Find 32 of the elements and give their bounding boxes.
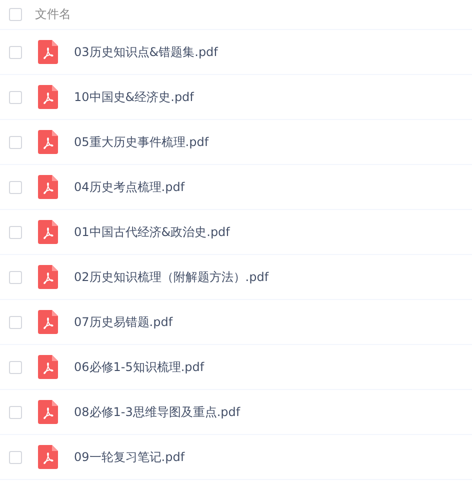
row-checkbox[interactable] [9, 360, 22, 374]
row-checkbox[interactable] [9, 226, 22, 238]
pdf-file-icon [38, 355, 58, 379]
row-checkbox[interactable] [9, 406, 22, 418]
row-checkbox[interactable] [9, 90, 22, 104]
pdf-file-icon [38, 265, 58, 289]
pdf-file-icon [38, 175, 58, 199]
pdf-file-icon [38, 445, 58, 469]
row-checkbox[interactable] [9, 316, 22, 328]
pdf-file-icon [38, 400, 58, 424]
file-name[interactable]: 01中国古代经济&政治史.pdf [74, 224, 230, 240]
file-name[interactable]: 08必修1-3思维导图及重点.pdf [74, 404, 240, 420]
row-checkbox[interactable] [9, 180, 22, 194]
row-checkbox[interactable] [9, 46, 22, 58]
file-name[interactable]: 10中国史&经济史.pdf [74, 88, 194, 106]
file-name[interactable]: 07历史易错题.pdf [74, 314, 173, 330]
file-name[interactable]: 02历史知识梳理（附解题方法）.pdf [74, 268, 269, 286]
pdf-file-icon [38, 85, 58, 109]
file-name[interactable]: 05重大历史事件梳理.pdf [74, 134, 209, 150]
file-name[interactable]: 04历史考点梳理.pdf [74, 178, 185, 196]
row-checkbox[interactable] [9, 136, 22, 148]
file-name[interactable]: 09一轮复习笔记.pdf [74, 448, 185, 466]
file-name[interactable]: 03历史知识点&错题集.pdf [74, 44, 218, 60]
pdf-file-icon [38, 310, 58, 334]
column-header: 文件名 [35, 6, 71, 23]
select-all-checkbox[interactable] [9, 8, 22, 21]
row-checkbox[interactable] [9, 270, 22, 284]
row-checkbox[interactable] [9, 450, 22, 464]
pdf-file-icon [38, 40, 58, 64]
pdf-file-icon [38, 130, 58, 154]
file-name[interactable]: 06必修1-5知识梳理.pdf [74, 358, 204, 376]
pdf-file-icon [38, 220, 58, 244]
